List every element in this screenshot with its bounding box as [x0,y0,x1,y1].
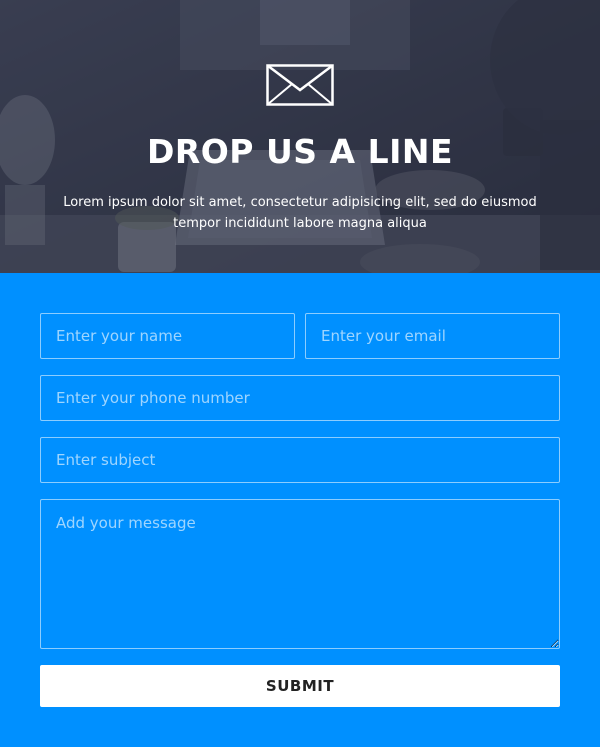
envelope-icon [266,64,334,106]
phone-input[interactable] [40,375,560,421]
contact-page: DROP US A LINE Lorem ipsum dolor sit ame… [0,0,600,747]
hero-content: DROP US A LINE Lorem ipsum dolor sit ame… [0,0,600,273]
page-subtitle: Lorem ipsum dolor sit amet, consectetur … [63,195,537,231]
name-input[interactable] [40,313,295,359]
subject-input[interactable] [40,437,560,483]
submit-button[interactable]: SUBMIT [40,665,560,707]
email-input[interactable] [305,313,560,359]
hero-section: DROP US A LINE Lorem ipsum dolor sit ame… [0,0,600,273]
message-textarea[interactable] [40,499,560,649]
page-title: DROP US A LINE [146,132,454,171]
